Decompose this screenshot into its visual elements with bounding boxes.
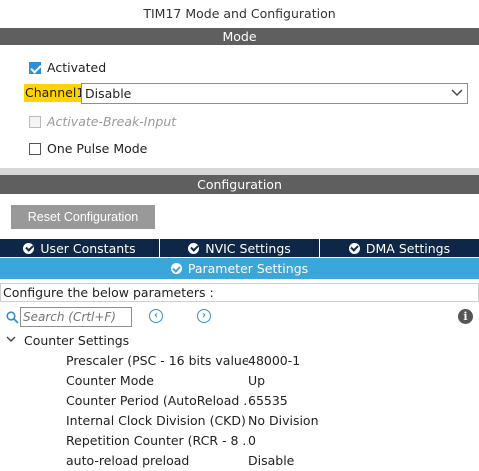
window-title: TIM17 Mode and Configuration	[143, 6, 336, 21]
configuration-section-header: Configuration	[0, 175, 479, 194]
search-next-button[interactable]: ›	[197, 309, 211, 323]
tab-user-constants[interactable]: User Constants	[0, 239, 160, 257]
tab-bar: User Constants NVIC Settings DMA Setting…	[0, 239, 479, 257]
break-input-checkbox-row: Activate-Break-Input	[29, 114, 176, 129]
param-row-repetition-counter[interactable]: Repetition Counter (RCR - 8 ... 0	[66, 433, 476, 453]
tab-parameter-settings[interactable]: Parameter Settings	[0, 258, 479, 279]
break-input-label: Activate-Break-Input	[47, 114, 177, 129]
activated-checkbox-row[interactable]: Activated	[29, 60, 106, 75]
search-input[interactable]	[20, 307, 132, 327]
mode-section-header: Mode	[0, 28, 479, 45]
tab-label: User Constants	[40, 240, 136, 256]
param-value[interactable]: 65535	[248, 393, 288, 413]
param-value[interactable]: Disable	[248, 453, 294, 471]
activated-checkbox[interactable]	[29, 61, 41, 74]
tab-dma-settings[interactable]: DMA Settings	[320, 239, 479, 257]
reset-configuration-button[interactable]: Reset Configuration	[11, 205, 155, 229]
param-row-clock-division[interactable]: Internal Clock Division (CKD) No Divisio…	[66, 413, 476, 433]
section-separator	[0, 168, 479, 175]
search-icon	[6, 311, 19, 324]
one-pulse-checkbox-row[interactable]: One Pulse Mode	[29, 141, 147, 156]
channel-label: Channel1	[24, 84, 86, 102]
counter-settings-title: Counter Settings	[24, 333, 130, 348]
one-pulse-label: One Pulse Mode	[47, 141, 148, 156]
param-name: Counter Mode	[66, 373, 154, 388]
param-name: Counter Period (AutoReload ...	[66, 393, 248, 408]
activated-label: Activated	[47, 60, 107, 75]
param-value[interactable]: Up	[248, 373, 265, 393]
param-row-counter-mode[interactable]: Counter Mode Up	[66, 373, 476, 393]
param-value[interactable]: 0	[248, 433, 256, 453]
chevron-down-icon	[6, 334, 16, 347]
check-circle-icon	[348, 242, 360, 254]
search-previous-button[interactable]: ‹	[149, 309, 163, 323]
param-row-auto-reload-preload[interactable]: auto-reload preload Disable	[66, 453, 476, 471]
tab-label: DMA Settings	[365, 240, 451, 256]
param-value[interactable]: 48000-1	[248, 353, 300, 373]
configure-instructions: Configure the below parameters :	[0, 283, 479, 302]
break-input-checkbox	[29, 115, 41, 128]
param-value[interactable]: No Division	[248, 413, 319, 433]
tab-label: NVIC Settings	[205, 240, 291, 256]
param-row-prescaler[interactable]: Prescaler (PSC - 16 bits value) 48000-1	[66, 353, 476, 373]
param-name: auto-reload preload	[66, 453, 190, 468]
tab-label: Parameter Settings	[187, 261, 309, 276]
channel-select[interactable]: Disable	[81, 83, 468, 104]
param-name: Internal Clock Division (CKD)	[66, 413, 246, 428]
channel-select-value: Disable	[85, 86, 132, 101]
chevron-down-icon	[451, 85, 463, 104]
param-row-counter-period[interactable]: Counter Period (AutoReload ... 65535	[66, 393, 476, 413]
check-circle-icon	[23, 242, 35, 254]
one-pulse-checkbox[interactable]	[29, 142, 41, 155]
param-name: Repetition Counter (RCR - 8 ...	[66, 433, 248, 448]
check-circle-icon	[170, 263, 182, 274]
tab-nvic-settings[interactable]: NVIC Settings	[160, 239, 320, 257]
counter-settings-group[interactable]: Counter Settings	[6, 333, 129, 348]
check-circle-icon	[188, 242, 200, 254]
info-icon[interactable]: i	[458, 309, 473, 324]
param-name: Prescaler (PSC - 16 bits value)	[66, 353, 248, 368]
